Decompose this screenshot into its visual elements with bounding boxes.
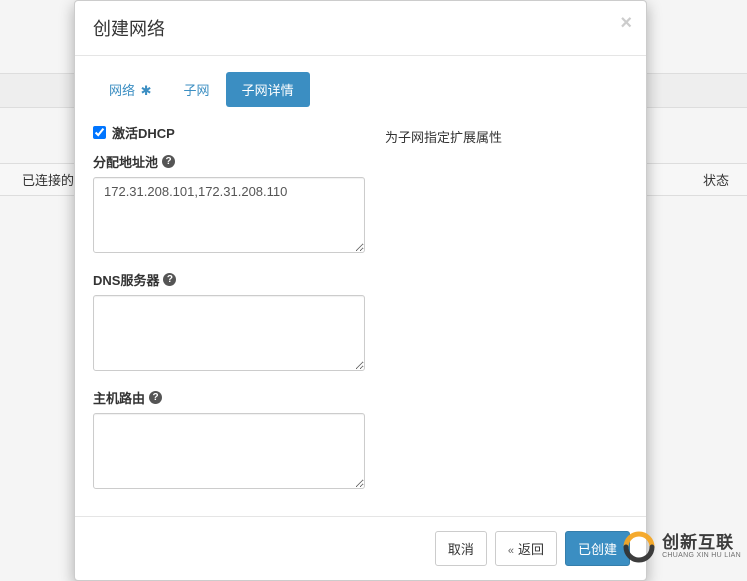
host-routes-textarea[interactable] — [93, 413, 365, 489]
brand-logo-icon — [622, 530, 656, 564]
modal-footer: 取消 « 返回 已创建 — [75, 516, 646, 580]
dns-servers-textarea[interactable] — [93, 295, 365, 371]
tab-subnet[interactable]: 子网 — [168, 72, 226, 107]
required-asterisk-icon: ✱ — [141, 83, 152, 98]
tab-label: 网络 — [109, 83, 135, 98]
form-left-column: 激活DHCP 分配地址池 ? DNS服务器 ? — [93, 123, 365, 506]
cancel-button[interactable]: 取消 — [435, 531, 487, 566]
field-label-text: 主机路由 — [93, 388, 145, 407]
brand-name-cn: 创新互联 — [662, 534, 741, 552]
brand-name-en: CHUANG XIN HU LIAN — [662, 552, 741, 559]
tab-bar: 网络 ✱ 子网 子网详情 — [93, 72, 628, 107]
field-label-text: 分配地址池 — [93, 152, 158, 171]
dhcp-checkbox[interactable] — [93, 126, 106, 139]
submit-button[interactable]: 已创建 — [565, 531, 630, 566]
modal-body: 网络 ✱ 子网 子网详情 激活DHCP — [75, 56, 646, 516]
form-right-column: 为子网指定扩展属性 — [385, 123, 628, 506]
back-button[interactable]: « 返回 — [495, 531, 557, 566]
field-allocation-pool: 分配地址池 ? — [93, 152, 365, 256]
tab-subnet-details[interactable]: 子网详情 — [226, 72, 310, 107]
help-icon[interactable]: ? — [163, 273, 176, 286]
tab-label: 子网 — [184, 83, 210, 98]
help-icon[interactable]: ? — [149, 391, 162, 404]
close-icon[interactable]: × — [620, 13, 632, 33]
create-network-modal: 创建网络 × 网络 ✱ 子网 子网详情 激活 — [74, 0, 647, 581]
dhcp-checkbox-row[interactable]: 激活DHCP — [93, 123, 365, 142]
tab-label: 子网详情 — [242, 83, 294, 98]
back-button-label: 返回 — [518, 542, 544, 557]
field-host-routes: 主机路由 ? — [93, 388, 365, 492]
modal-overlay: 创建网络 × 网络 ✱ 子网 子网详情 激活 — [0, 0, 747, 570]
help-icon[interactable]: ? — [162, 155, 175, 168]
dhcp-label: 激活DHCP — [112, 123, 175, 142]
help-description: 为子网指定扩展属性 — [385, 130, 502, 145]
chevron-left-icon: « — [508, 545, 514, 557]
tab-network[interactable]: 网络 ✱ — [93, 72, 168, 107]
field-label-text: DNS服务器 — [93, 270, 159, 289]
field-dns-servers: DNS服务器 ? — [93, 270, 365, 374]
modal-header: 创建网络 × — [75, 1, 646, 56]
modal-title: 创建网络 — [93, 19, 165, 39]
brand-watermark: 创新互联 CHUANG XIN HU LIAN — [622, 530, 741, 564]
allocation-pool-textarea[interactable] — [93, 177, 365, 253]
